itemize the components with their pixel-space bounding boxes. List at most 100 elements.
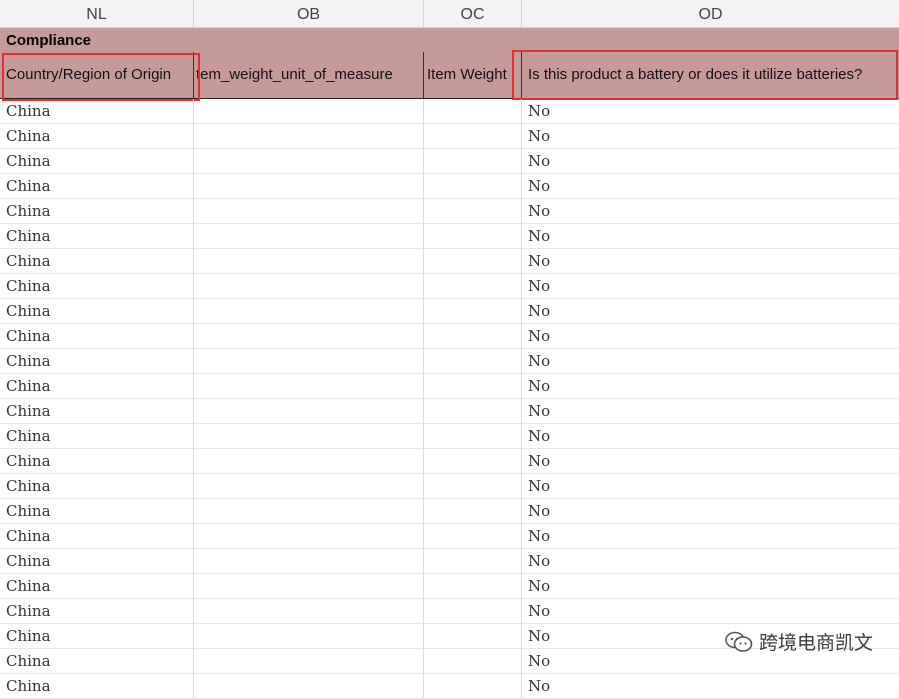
cell-item-weight[interactable] — [424, 574, 522, 598]
cell-item-weight[interactable] — [424, 349, 522, 373]
cell-battery[interactable]: No — [522, 524, 899, 548]
cell-weight-unit[interactable] — [194, 374, 424, 398]
cell-item-weight[interactable] — [424, 374, 522, 398]
cell-battery[interactable]: No — [522, 474, 899, 498]
cell-battery[interactable]: No — [522, 374, 899, 398]
cell-country-of-origin[interactable]: China — [0, 349, 194, 373]
cell-weight-unit[interactable] — [194, 174, 424, 198]
cell-country-of-origin[interactable]: China — [0, 124, 194, 148]
cell-weight-unit[interactable] — [194, 224, 424, 248]
cell-country-of-origin[interactable]: China — [0, 99, 194, 123]
cell-weight-unit[interactable] — [194, 99, 424, 123]
cell-item-weight[interactable] — [424, 199, 522, 223]
cell-item-weight[interactable] — [424, 499, 522, 523]
cell-weight-unit[interactable] — [194, 324, 424, 348]
cell-country-of-origin[interactable]: China — [0, 549, 194, 573]
cell-country-of-origin[interactable]: China — [0, 474, 194, 498]
cell-country-of-origin[interactable]: China — [0, 324, 194, 348]
cell-item-weight[interactable] — [424, 99, 522, 123]
cell-country-of-origin[interactable]: China — [0, 274, 194, 298]
cell-battery[interactable]: No — [522, 224, 899, 248]
cell-weight-unit[interactable] — [194, 299, 424, 323]
cell-country-of-origin[interactable]: China — [0, 249, 194, 273]
cell-weight-unit[interactable] — [194, 499, 424, 523]
cell-weight-unit[interactable] — [194, 399, 424, 423]
cell-weight-unit[interactable] — [194, 249, 424, 273]
cell-weight-unit[interactable] — [194, 274, 424, 298]
cell-item-weight[interactable] — [424, 149, 522, 173]
cell-weight-unit[interactable] — [194, 524, 424, 548]
cell-weight-unit[interactable] — [194, 599, 424, 623]
field-header-country-of-origin[interactable]: Country/Region of Origin — [0, 52, 194, 98]
cell-item-weight[interactable] — [424, 124, 522, 148]
cell-item-weight[interactable] — [424, 249, 522, 273]
cell-item-weight[interactable] — [424, 299, 522, 323]
field-header-weight-unit[interactable]: tem_weight_unit_of_measure — [194, 52, 424, 98]
cell-weight-unit[interactable] — [194, 349, 424, 373]
cell-country-of-origin[interactable]: China — [0, 574, 194, 598]
cell-item-weight[interactable] — [424, 449, 522, 473]
cell-country-of-origin[interactable]: China — [0, 649, 194, 673]
field-header-battery[interactable]: Is this product a battery or does it uti… — [522, 52, 899, 98]
cell-battery[interactable]: No — [522, 599, 899, 623]
cell-weight-unit[interactable] — [194, 674, 424, 698]
cell-item-weight[interactable] — [424, 224, 522, 248]
cell-battery[interactable]: No — [522, 149, 899, 173]
cell-battery[interactable]: No — [522, 274, 899, 298]
cell-country-of-origin[interactable]: China — [0, 674, 194, 698]
cell-battery[interactable]: No — [522, 399, 899, 423]
cell-country-of-origin[interactable]: China — [0, 499, 194, 523]
cell-battery[interactable]: No — [522, 674, 899, 698]
cell-weight-unit[interactable] — [194, 549, 424, 573]
cell-weight-unit[interactable] — [194, 574, 424, 598]
cell-battery[interactable]: No — [522, 424, 899, 448]
cell-battery[interactable]: No — [522, 299, 899, 323]
cell-country-of-origin[interactable]: China — [0, 624, 194, 648]
cell-country-of-origin[interactable]: China — [0, 174, 194, 198]
cell-item-weight[interactable] — [424, 549, 522, 573]
cell-country-of-origin[interactable]: China — [0, 224, 194, 248]
cell-battery[interactable]: No — [522, 249, 899, 273]
cell-item-weight[interactable] — [424, 524, 522, 548]
column-header-ob[interactable]: OB — [194, 0, 424, 27]
cell-battery[interactable]: No — [522, 574, 899, 598]
cell-item-weight[interactable] — [424, 674, 522, 698]
cell-battery[interactable]: No — [522, 199, 899, 223]
cell-item-weight[interactable] — [424, 649, 522, 673]
cell-country-of-origin[interactable]: China — [0, 299, 194, 323]
cell-item-weight[interactable] — [424, 324, 522, 348]
cell-battery[interactable]: No — [522, 324, 899, 348]
cell-battery[interactable]: No — [522, 349, 899, 373]
cell-item-weight[interactable] — [424, 274, 522, 298]
field-header-item-weight[interactable]: Item Weight — [424, 52, 522, 98]
cell-weight-unit[interactable] — [194, 124, 424, 148]
cell-weight-unit[interactable] — [194, 624, 424, 648]
cell-battery[interactable]: No — [522, 499, 899, 523]
cell-weight-unit[interactable] — [194, 199, 424, 223]
column-header-od[interactable]: OD — [522, 0, 899, 27]
cell-country-of-origin[interactable]: China — [0, 374, 194, 398]
cell-item-weight[interactable] — [424, 424, 522, 448]
cell-weight-unit[interactable] — [194, 474, 424, 498]
column-header-nl[interactable]: NL — [0, 0, 194, 27]
cell-country-of-origin[interactable]: China — [0, 524, 194, 548]
cell-country-of-origin[interactable]: China — [0, 599, 194, 623]
cell-weight-unit[interactable] — [194, 449, 424, 473]
cell-country-of-origin[interactable]: China — [0, 149, 194, 173]
cell-weight-unit[interactable] — [194, 149, 424, 173]
cell-battery[interactable]: No — [522, 124, 899, 148]
cell-item-weight[interactable] — [424, 399, 522, 423]
cell-weight-unit[interactable] — [194, 649, 424, 673]
cell-item-weight[interactable] — [424, 599, 522, 623]
cell-weight-unit[interactable] — [194, 424, 424, 448]
cell-country-of-origin[interactable]: China — [0, 449, 194, 473]
cell-battery[interactable]: No — [522, 99, 899, 123]
group-label[interactable]: Compliance — [6, 32, 91, 49]
cell-item-weight[interactable] — [424, 624, 522, 648]
cell-battery[interactable]: No — [522, 174, 899, 198]
cell-item-weight[interactable] — [424, 174, 522, 198]
cell-battery[interactable]: No — [522, 449, 899, 473]
cell-battery[interactable]: No — [522, 549, 899, 573]
cell-item-weight[interactable] — [424, 474, 522, 498]
cell-country-of-origin[interactable]: China — [0, 399, 194, 423]
